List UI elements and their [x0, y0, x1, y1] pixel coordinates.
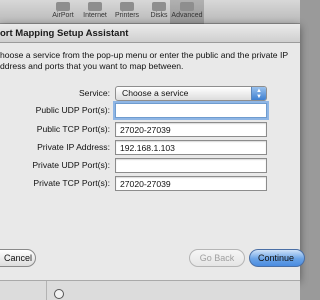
toolbar: AirPort Internet Printers Disks Advanced — [0, 0, 300, 24]
updown-arrows-icon: ▲ ▼ — [251, 87, 266, 100]
public-udp-input[interactable] — [115, 103, 267, 118]
internet-icon — [88, 2, 102, 11]
description-line: hoose a service from the pop-up menu or … — [0, 50, 289, 60]
toolbar-item-printers[interactable]: Printers — [112, 0, 142, 24]
disk-icon — [152, 2, 166, 11]
toolbar-item-label: Internet — [83, 12, 107, 19]
sheet-title: ort Mapping Setup Assistant — [0, 28, 129, 39]
service-label: Service: — [78, 88, 110, 98]
port-mapping-sheet: ort Mapping Setup Assistant hoose a serv… — [0, 24, 300, 280]
private-tcp-input[interactable] — [115, 176, 267, 191]
radio-button[interactable] — [54, 289, 64, 299]
divider — [46, 281, 47, 300]
sheet-titlebar: ort Mapping Setup Assistant — [0, 24, 300, 43]
toolbar-item-advanced[interactable]: Advanced — [170, 0, 204, 24]
airport-icon — [56, 2, 70, 11]
public-tcp-label: Public TCP Port(s): — [36, 124, 110, 134]
private-ip-input[interactable] — [115, 140, 267, 155]
service-select-value: Choose a service — [122, 88, 189, 98]
description-line: ddress and ports that you want to map be… — [0, 61, 184, 71]
toolbar-item-label: Printers — [114, 12, 140, 19]
toolbar-item-airport[interactable]: AirPort — [48, 0, 78, 24]
cancel-button[interactable]: Cancel — [0, 249, 36, 267]
public-udp-label: Public UDP Port(s): — [35, 105, 110, 115]
private-udp-label: Private UDP Port(s): — [32, 160, 110, 170]
printer-icon — [120, 2, 134, 11]
background-window-bottom — [0, 280, 300, 300]
sheet-description: hoose a service from the pop-up menu or … — [0, 50, 298, 72]
toolbar-item-label: AirPort — [52, 12, 74, 19]
go-back-button[interactable]: Go Back — [189, 249, 245, 267]
advanced-icon — [180, 2, 194, 11]
continue-button[interactable]: Continue — [249, 249, 305, 267]
private-ip-label: Private IP Address: — [37, 142, 110, 152]
toolbar-item-internet[interactable]: Internet — [80, 0, 110, 24]
private-udp-input[interactable] — [115, 158, 267, 173]
toolbar-item-label: Advanced — [171, 12, 203, 19]
service-select[interactable]: Choose a service ▲ ▼ — [115, 86, 267, 101]
public-tcp-input[interactable] — [115, 122, 267, 137]
private-tcp-label: Private TCP Port(s): — [33, 178, 110, 188]
toolbar-item-label: Disks — [150, 12, 168, 19]
